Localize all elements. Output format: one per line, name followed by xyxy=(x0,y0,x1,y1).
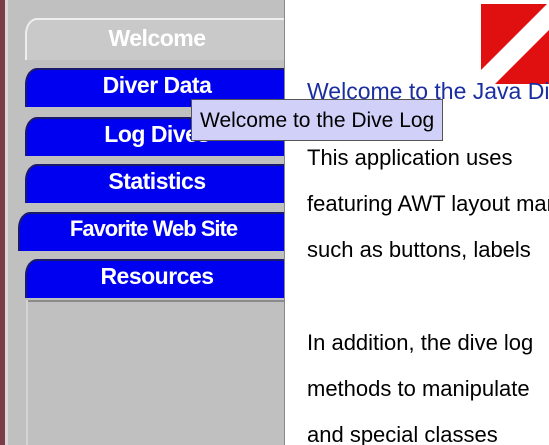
content-line: and special classes xyxy=(307,422,498,445)
tab-area-edge xyxy=(26,300,28,445)
content-line: In addition, the dive log xyxy=(307,330,534,355)
content-line: featuring AWT layout managers xyxy=(307,191,549,216)
content-line: This application uses xyxy=(307,145,513,170)
tab-label: Statistics xyxy=(108,168,206,194)
tab-label: Resources xyxy=(100,263,214,289)
tab-favorite-web-site[interactable]: Favorite Web Site xyxy=(18,212,287,251)
content-line: such as buttons, labels xyxy=(307,237,531,262)
tab-label: Favorite Web Site xyxy=(69,216,238,241)
content-border xyxy=(284,0,291,445)
tab-resources[interactable]: Resources xyxy=(25,259,287,298)
dive-flag-icon xyxy=(481,4,549,84)
content-line: methods to manipulate xyxy=(307,376,530,401)
tab-label: Diver Data xyxy=(102,72,212,98)
welcome-content-pane: Welcome to the Java Dive Log This applic… xyxy=(291,0,549,445)
tab-statistics[interactable]: Statistics xyxy=(25,164,287,203)
tooltip-text: Welcome to the Dive Log xyxy=(200,109,435,132)
tooltip: Welcome to the Dive Log xyxy=(191,99,444,141)
tab-panel: Welcome Diver Data Log Dives Statistics … xyxy=(8,0,292,445)
tab-welcome[interactable]: Welcome xyxy=(25,18,287,60)
tab-label: Welcome xyxy=(108,25,206,51)
tab-area-divider xyxy=(26,300,292,302)
